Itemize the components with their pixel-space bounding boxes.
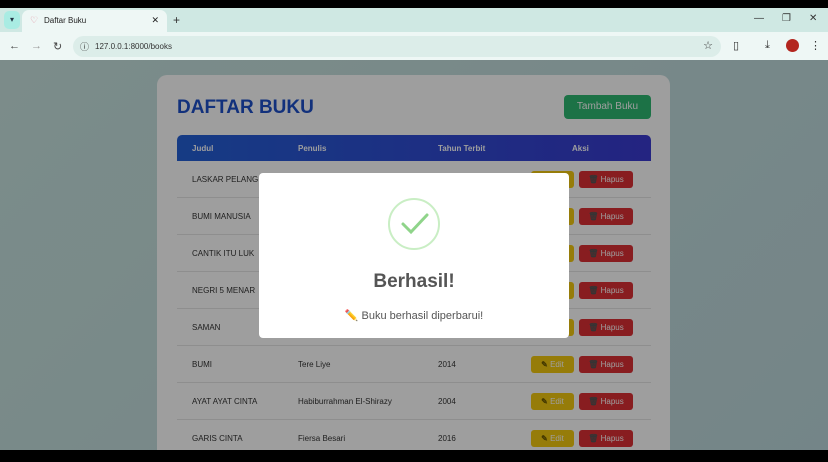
star-icon[interactable]: ☆	[703, 39, 713, 52]
tab-title: Daftar Buku	[44, 16, 87, 25]
modal-title: Berhasil!	[373, 271, 455, 292]
download-icon[interactable]: ⤓	[765, 39, 770, 52]
favicon: ♡	[30, 15, 39, 25]
reload-icon[interactable]: ↻	[53, 40, 62, 53]
restore-icon[interactable]: ❐	[782, 13, 791, 24]
tab-bar: ▾ ♡ Daftar Buku ✕ + — ❐ ✕	[0, 8, 828, 32]
minimize-icon[interactable]: —	[754, 13, 764, 24]
forward-icon[interactable]: →	[31, 40, 42, 52]
site-info-icon[interactable]: ⓘ	[80, 40, 89, 53]
tab-list-icon[interactable]: ▾	[4, 11, 20, 29]
profile-avatar[interactable]	[786, 39, 799, 52]
back-icon[interactable]: ←	[9, 40, 20, 52]
success-check-icon	[388, 198, 440, 250]
address-bar-row: ← → ↻ ⓘ 127.0.0.1:8000/books ☆ ▯ ⤓ ⋮	[0, 32, 828, 60]
screen-top-border	[0, 0, 828, 8]
success-modal: Berhasil! ✏️ Buku berhasil diperbarui!	[259, 173, 569, 338]
url-text: 127.0.0.1:8000/books	[95, 42, 172, 51]
extensions-icon[interactable]: ▯	[733, 39, 739, 52]
tab-daftar-buku[interactable]: ♡ Daftar Buku ✕	[22, 10, 167, 32]
modal-message: ✏️ Buku berhasil diperbarui!	[344, 310, 484, 322]
screen-bottom-border	[0, 450, 828, 462]
pencil-icon: ✏️	[344, 310, 359, 322]
close-tab-icon[interactable]: ✕	[151, 15, 159, 26]
new-tab-icon[interactable]: +	[173, 13, 180, 27]
menu-icon[interactable]: ⋮	[810, 39, 821, 52]
close-window-icon[interactable]: ✕	[809, 13, 817, 24]
url-input[interactable]: ⓘ 127.0.0.1:8000/books ☆	[73, 36, 721, 57]
